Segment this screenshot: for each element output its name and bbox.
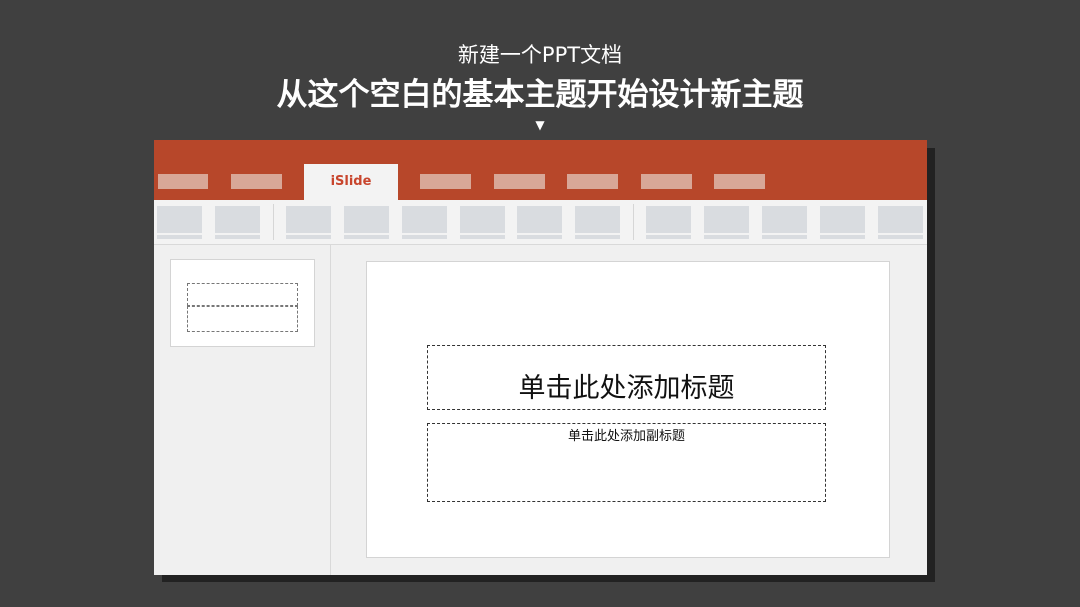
ribbon-button-label xyxy=(704,235,749,239)
ribbon-button-label xyxy=(878,235,923,239)
ribbon-button[interactable] xyxy=(157,206,202,233)
ribbon-button[interactable] xyxy=(646,206,691,233)
ribbon-tab-1[interactable] xyxy=(158,174,208,189)
ribbon-button[interactable] xyxy=(820,206,865,233)
ribbon-tab-6[interactable] xyxy=(641,174,692,189)
thumbnail-subtitle-placeholder xyxy=(187,306,298,332)
ribbon-button-label xyxy=(762,235,807,239)
ribbon-button-label xyxy=(517,235,562,239)
slide-canvas[interactable]: 单击此处添加标题 单击此处添加副标题 xyxy=(366,261,890,558)
slide-thumbnail[interactable] xyxy=(170,259,315,347)
ribbon-button[interactable] xyxy=(575,206,620,233)
title-placeholder[interactable]: 单击此处添加标题 xyxy=(427,345,826,410)
ribbon-button-label xyxy=(215,235,260,239)
ribbon-button[interactable] xyxy=(704,206,749,233)
ribbon-button[interactable] xyxy=(215,206,260,233)
ribbon-button-label xyxy=(460,235,505,239)
ribbon-button-label xyxy=(575,235,620,239)
subtitle-placeholder[interactable]: 单击此处添加副标题 xyxy=(427,423,826,502)
ribbon-separator xyxy=(633,204,634,240)
ribbon-button[interactable] xyxy=(402,206,447,233)
ribbon-button-label xyxy=(646,235,691,239)
down-arrow-icon: ▼ xyxy=(535,118,545,132)
ribbon-button-label xyxy=(286,235,331,239)
ribbon-tab-islide[interactable]: iSlide xyxy=(304,164,398,200)
ribbon-button-label xyxy=(157,235,202,239)
page-subheading: 新建一个PPT文档 xyxy=(457,43,623,67)
ribbon-separator xyxy=(273,204,274,240)
ribbon-tab-2[interactable] xyxy=(231,174,282,189)
ribbon-tab-3[interactable] xyxy=(420,174,471,189)
ribbon-button-label xyxy=(402,235,447,239)
ribbon-tab-4[interactable] xyxy=(494,174,545,189)
thumbnail-title-placeholder xyxy=(187,283,298,306)
powerpoint-window: iSlide 单击此处添加标题 单击此处添加副标题 xyxy=(154,140,927,575)
subtitle-placeholder-text: 单击此处添加副标题 xyxy=(567,429,685,444)
ribbon-button-label xyxy=(344,235,389,239)
ribbon-button[interactable] xyxy=(460,206,505,233)
ribbon-button[interactable] xyxy=(286,206,331,233)
ribbon-tab-bar: iSlide xyxy=(154,140,927,200)
ribbon-button[interactable] xyxy=(517,206,562,233)
ribbon-toolbar xyxy=(154,200,927,245)
ribbon-button[interactable] xyxy=(344,206,389,233)
slide-thumbnail-pane xyxy=(154,245,331,575)
ribbon-button[interactable] xyxy=(878,206,923,233)
ribbon-tab-7[interactable] xyxy=(714,174,765,189)
ribbon-button-label xyxy=(820,235,865,239)
title-placeholder-text: 单击此处添加标题 xyxy=(518,373,735,404)
page-heading: 从这个空白的基本主题开始设计新主题 xyxy=(276,77,804,113)
ribbon-button[interactable] xyxy=(762,206,807,233)
slide-editing-area: 单击此处添加标题 单击此处添加副标题 xyxy=(331,245,927,575)
ribbon-tab-5[interactable] xyxy=(567,174,618,189)
